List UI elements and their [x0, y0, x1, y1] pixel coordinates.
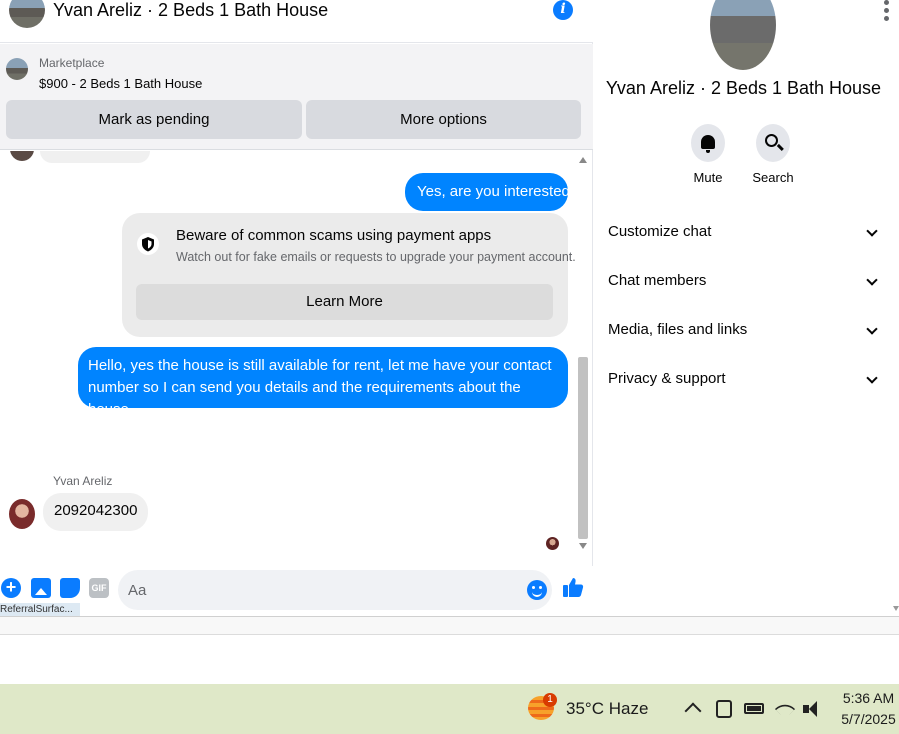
search-icon — [765, 134, 778, 147]
chat-header: Yvan Areliz · 2 Beds 1 Bath House i — [0, 0, 593, 43]
listing-photo[interactable] — [710, 0, 776, 70]
browser-bottom-area — [0, 616, 899, 685]
chat-title[interactable]: Yvan Areliz · 2 Beds 1 Bath House — [53, 0, 328, 20]
wifi-icon[interactable] — [774, 698, 796, 720]
info-icon[interactable]: i — [553, 0, 573, 20]
weather-text[interactable]: 35°C Haze — [566, 699, 648, 719]
section-customize-chat[interactable]: Customize chat — [608, 217, 878, 247]
message-bubble-incoming[interactable]: 2092042300 — [43, 493, 149, 531]
more-options-button[interactable]: More options — [306, 100, 581, 139]
section-label: Chat members — [608, 272, 707, 289]
scroll-down-arrow-icon[interactable] — [579, 543, 587, 549]
scam-warning-subtitle: Watch out for fake emails or requests to… — [176, 250, 575, 264]
mute-label: Mute — [693, 170, 723, 185]
shield-icon — [137, 233, 159, 255]
chat-column: Yvan Areliz · 2 Beds 1 Bath House i Mark… — [0, 0, 593, 616]
chevron-down-icon — [866, 323, 878, 335]
plus-icon[interactable]: + — [1, 578, 21, 598]
section-label: Privacy & support — [608, 370, 726, 387]
message-composer: + GIF — [0, 566, 593, 616]
clock-time: 5:36 AM — [842, 690, 895, 706]
blank-area — [0, 634, 899, 685]
message-scrollbar[interactable] — [576, 151, 590, 566]
chevron-up-icon[interactable] — [685, 700, 699, 718]
sender-name: Yvan Areliz — [53, 474, 113, 488]
volume-icon[interactable] — [803, 700, 821, 718]
system-clock[interactable]: 5:36 AM 5/7/2025 — [838, 688, 899, 730]
search-label: Search — [752, 170, 794, 185]
message-list: Yes, are you interested? Beware of commo… — [0, 151, 575, 566]
listing-thumbnail[interactable] — [6, 58, 28, 80]
section-label: Media, files and links — [608, 321, 748, 338]
mark-as-pending-button[interactable]: Mark as pending — [6, 100, 302, 139]
windows-taskbar: 1 35°C Haze 5:36 AM 5/7/2025 — [0, 684, 899, 734]
scam-warning-title: Beware of common scams using payment app… — [176, 227, 492, 244]
sender-avatar[interactable] — [9, 499, 35, 529]
scam-warning-card: Beware of common scams using payment app… — [122, 213, 575, 337]
emoji-icon[interactable] — [527, 580, 547, 600]
read-receipt-avatar — [546, 537, 559, 550]
weather-notification-badge: 1 — [543, 693, 557, 707]
learn-more-button[interactable]: Learn More — [136, 284, 553, 320]
search-button[interactable]: Search — [743, 124, 803, 185]
bell-icon — [701, 135, 715, 153]
avatar — [10, 151, 34, 161]
listing-title[interactable]: $900 - 2 Beds 1 Bath House — [39, 76, 202, 91]
conversation-info-panel: Yvan Areliz · 2 Beds 1 Bath House Mute S… — [594, 0, 893, 616]
chevron-down-icon — [866, 274, 878, 286]
message-input[interactable] — [128, 580, 508, 600]
gif-icon[interactable]: GIF — [89, 578, 109, 598]
scroll-up-arrow-icon[interactable] — [579, 157, 587, 163]
listing-avatar[interactable] — [9, 0, 45, 28]
battery-icon[interactable] — [744, 703, 764, 714]
chevron-down-icon — [866, 225, 878, 237]
marketplace-bar: Marketplace $900 - 2 Beds 1 Bath House M… — [0, 44, 593, 150]
mute-button[interactable]: Mute — [678, 124, 738, 185]
panel-scroll-down-icon[interactable] — [893, 606, 899, 611]
scrollbar-thumb[interactable] — [578, 357, 588, 539]
message-bubble-outgoing[interactable]: Yes, are you interested? — [405, 173, 575, 211]
mute-button-circle[interactable] — [691, 124, 725, 162]
marketplace-label: Marketplace — [39, 56, 105, 70]
clock-date: 5/7/2025 — [841, 711, 896, 727]
meet-now-icon[interactable] — [716, 700, 732, 718]
section-privacy-support[interactable]: Privacy & support — [608, 364, 878, 394]
photo-icon[interactable] — [31, 578, 51, 598]
section-chat-members[interactable]: Chat members — [608, 266, 878, 296]
section-media-files-links[interactable]: Media, files and links — [608, 315, 878, 345]
section-label: Customize chat — [608, 223, 712, 240]
like-icon[interactable] — [562, 576, 584, 598]
message-bubble-outgoing[interactable]: Hello, yes the house is still available … — [78, 347, 568, 418]
conversation-name: Yvan Areliz · 2 Beds 1 Bath House — [605, 78, 882, 98]
message-input-wrapper — [118, 570, 552, 610]
status-tooltip: ReferralSurfac... — [0, 603, 80, 616]
more-menu-icon[interactable] — [884, 0, 890, 22]
chevron-down-icon — [866, 372, 878, 384]
search-button-circle[interactable] — [756, 124, 790, 162]
sticker-icon[interactable] — [60, 578, 80, 598]
message-bubble-incoming — [40, 151, 150, 163]
